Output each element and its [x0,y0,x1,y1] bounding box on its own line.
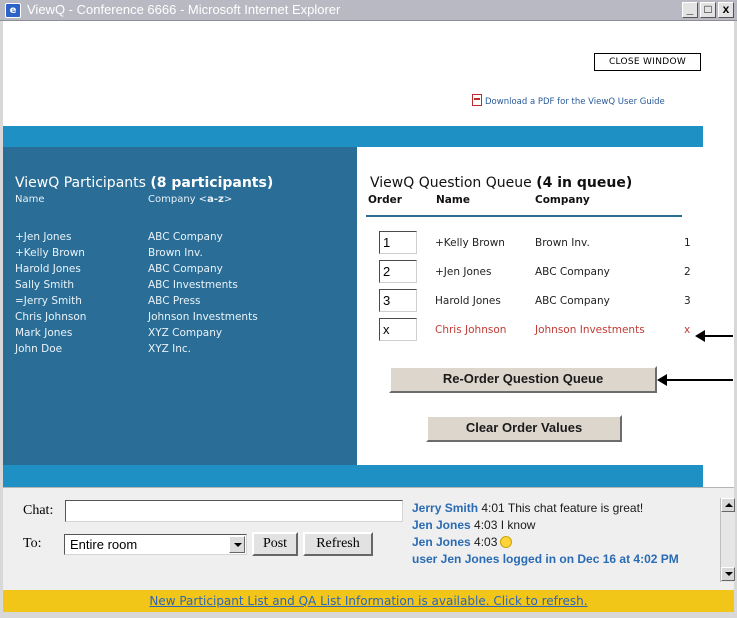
participants-col-name: Name [15,194,45,205]
message-author: Jen Jones [412,535,471,549]
chat-scrollbar[interactable] [720,498,735,582]
participant-name: Sally Smith [15,279,75,291]
participant-name: +Kelly Brown [15,247,85,259]
participant-name: John Doe [15,343,63,355]
queue-company: Johnson Investments [535,324,645,336]
col-company-prefix: Company < [148,194,208,205]
recipient-select[interactable]: Entire room [64,534,247,555]
participant-name: Mark Jones [15,327,73,339]
participant-name: Chris Johnson [15,311,87,323]
chat-input[interactable] [65,500,403,522]
participant-company: Johnson Investments [148,311,258,323]
scroll-down-icon[interactable] [721,567,735,581]
participant-company: ABC Company [148,263,223,275]
chat-messages: Jerry Smith 4:01 This chat feature is gr… [412,500,717,568]
chat-label: Chat: [23,503,54,518]
queue-col-company: Company [535,194,590,206]
queue-position: 2 [684,266,691,278]
maximize-icon[interactable]: □ [700,2,716,18]
queue-company: ABC Company [535,295,610,307]
reorder-queue-button[interactable]: Re-Order Question Queue [389,366,657,393]
participants-title: ViewQ Participants (8 participants) [15,175,273,191]
queue-name: +Kelly Brown [435,237,505,249]
col-company-suffix: > [223,194,233,205]
window-frame-bottom [0,612,737,618]
queue-name: Chris Johnson [435,324,507,336]
refresh-notice-link[interactable]: New Participant List and QA List Informa… [149,594,587,608]
post-button[interactable]: Post [252,532,298,556]
queue-name: +Jen Jones [435,266,492,278]
top-divider-band [3,126,703,147]
smiley-icon [500,536,513,548]
participants-count: (8 participants) [150,175,274,191]
order-input[interactable] [379,231,417,254]
chevron-down-icon[interactable] [229,536,245,553]
message-time: 4:03 [474,518,498,532]
queue-title: ViewQ Question Queue (4 in queue) [370,175,632,191]
queue-position: 1 [684,237,691,249]
to-label: To: [23,536,42,551]
close-icon[interactable]: x [718,2,734,18]
refresh-button[interactable]: Refresh [303,532,373,556]
order-input[interactable] [379,289,417,312]
refresh-notice-bar[interactable]: New Participant List and QA List Informa… [3,590,734,612]
order-input[interactable] [379,260,417,283]
message-text: I know [500,518,536,532]
queue-company: Brown Inv. [535,237,590,249]
participant-company: ABC Investments [148,279,238,291]
close-window-button[interactable]: CLOSE WINDOW [594,53,701,71]
message-time: 4:01 [481,501,505,515]
participant-company: ABC Press [148,295,201,307]
queue-company: ABC Company [535,266,610,278]
pdf-icon [472,94,482,106]
scroll-up-icon[interactable] [721,498,735,512]
col-company-sort[interactable]: a-z [207,194,224,205]
queue-col-name: Name [436,194,470,206]
recipient-value: Entire room [70,537,138,552]
participants-col-company[interactable]: Company <a-z> [148,194,232,205]
participant-company: XYZ Inc. [148,343,191,355]
message-author: Jerry Smith [412,501,479,515]
participants-title-text: ViewQ Participants [15,175,146,191]
bottom-divider-band [3,465,703,487]
participant-name: +Jen Jones [15,231,72,243]
pdf-link-text[interactable]: Download a PDF for the ViewQ User Guide [485,97,665,107]
participant-name: =Jerry Smith [15,295,82,307]
queue-position: 3 [684,295,691,307]
queue-name: Harold Jones [435,295,501,307]
minimize-icon[interactable]: _ [682,2,698,18]
participant-company: ABC Company [148,231,223,243]
pdf-guide-link[interactable]: Download a PDF for the ViewQ User Guide [472,94,665,107]
message-author: Jen Jones [412,518,471,532]
participant-company: Brown Inv. [148,247,203,259]
title-bar: e ViewQ - Conference 6666 - Microsoft In… [0,0,737,21]
order-input[interactable] [379,318,417,341]
participants-panel: ViewQ Participants (8 participants) Name… [3,147,357,465]
chat-message: Jen Jones 4:03 [412,534,717,551]
ie-icon: e [5,3,21,18]
queue-title-text: ViewQ Question Queue [370,175,532,191]
clear-order-button[interactable]: Clear Order Values [426,415,622,442]
message-time: 4:03 [474,535,498,549]
queue-count: (4 in queue) [536,175,633,191]
queue-header-rule [366,215,682,217]
pointer-arrow-icon [695,330,733,342]
participant-company: XYZ Company [148,327,223,339]
participant-name: Harold Jones [15,263,81,275]
message-text: This chat feature is great! [507,501,644,515]
window-title: ViewQ - Conference 6666 - Microsoft Inte… [27,2,341,17]
system-message: user Jen Jones logged in on Dec 16 at 4:… [412,552,679,566]
window-controls: _ □ x [682,2,734,18]
chat-message: Jerry Smith 4:01 This chat feature is gr… [412,500,717,517]
chat-message: Jen Jones 4:03 I know [412,517,717,534]
queue-col-order: Order [368,194,402,206]
queue-position: x [684,324,691,336]
pointer-arrow-icon [657,374,733,386]
